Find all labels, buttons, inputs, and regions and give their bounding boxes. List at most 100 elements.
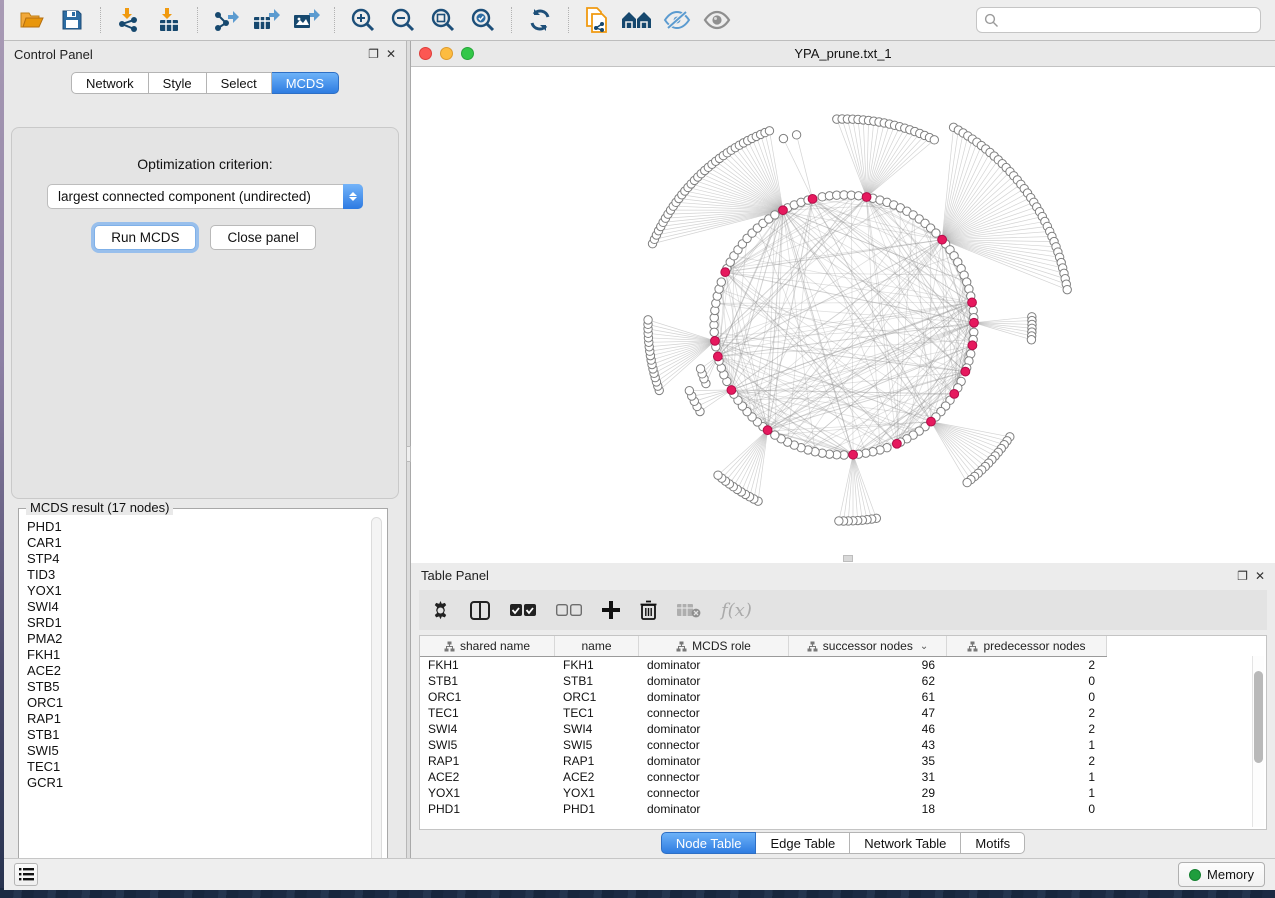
tab-style[interactable]: Style [149,72,207,94]
tab-motifs[interactable]: Motifs [961,832,1025,854]
table-row[interactable]: YOX1YOX1connector291 [420,785,1107,801]
mcds-dominator-node[interactable] [721,268,730,277]
select-all-checkboxes-icon[interactable] [510,603,536,617]
result-scrollbar[interactable] [371,517,382,870]
table-scrollbar[interactable] [1252,656,1264,827]
mcds-dominator-node[interactable] [763,426,772,435]
column-header-predecessor-nodes[interactable]: predecessor nodes [947,636,1107,656]
mcds-dominator-node[interactable] [713,352,722,361]
deselect-checkboxes-icon[interactable] [556,603,582,617]
column-header-MCDS-role[interactable]: MCDS role [639,636,789,656]
refresh-icon[interactable] [523,5,557,35]
minimize-window-button[interactable] [440,47,453,60]
table-row[interactable]: FKH1FKH1dominator962 [420,657,1107,673]
open-file-icon[interactable] [15,5,49,35]
export-image-icon[interactable] [289,5,323,35]
network-node[interactable] [792,131,800,139]
table-row[interactable]: STB1STB1dominator620 [420,673,1107,689]
mcds-dominator-node[interactable] [727,386,736,395]
close-panel-icon[interactable]: ✕ [386,48,396,60]
network-node[interactable] [835,517,843,525]
optimization-criterion-select[interactable]: largest connected component (undirected) [47,184,363,209]
column-header-name[interactable]: name [555,636,639,656]
mcds-dominator-node[interactable] [970,318,979,327]
mcds-dominator-node[interactable] [968,341,977,350]
network-node[interactable] [765,127,773,135]
close-table-panel-icon[interactable]: ✕ [1255,570,1265,582]
network-graph[interactable] [411,67,1275,563]
hide-selected-icon[interactable] [660,5,694,35]
network-node[interactable] [932,229,940,237]
mcds-result-item[interactable]: FKH1 [27,647,381,663]
mcds-dominator-node[interactable] [849,450,858,459]
zoom-selected-icon[interactable] [466,5,500,35]
float-table-panel-icon[interactable]: ❐ [1237,570,1248,582]
horizontal-splitter-handle[interactable] [843,555,853,562]
network-window-titlebar[interactable]: YPA_prune.txt_1 [411,41,1275,67]
network-node[interactable] [1027,336,1035,344]
tab-node-table[interactable]: Node Table [661,832,757,854]
mcds-result-item[interactable]: STB5 [27,679,381,695]
mcds-result-item[interactable]: SRD1 [27,615,381,631]
close-panel-button[interactable]: Close panel [210,225,315,250]
import-network-icon[interactable] [112,5,146,35]
mcds-result-item[interactable]: ACE2 [27,663,381,679]
mcds-dominator-node[interactable] [961,367,970,376]
mcds-result-item[interactable]: CAR1 [27,535,381,551]
tab-network[interactable]: Network [71,72,149,94]
network-node[interactable] [710,328,718,336]
table-row[interactable]: SWI5SWI5connector431 [420,737,1107,753]
mcds-result-item[interactable]: TEC1 [27,759,381,775]
export-table-icon[interactable] [249,5,283,35]
settings-gear-icon[interactable] [431,601,450,620]
delete-column-icon[interactable] [640,600,657,620]
close-window-button[interactable] [419,47,432,60]
network-node[interactable] [717,278,725,286]
mcds-dominator-node[interactable] [950,389,959,398]
export-network-icon[interactable] [209,5,243,35]
zoom-fit-icon[interactable] [426,5,460,35]
scrollbar-thumb[interactable] [1254,671,1263,763]
mcds-dominator-node[interactable] [927,417,936,426]
table-row[interactable]: PHD1PHD1dominator180 [420,801,1107,817]
memory-button[interactable]: Memory [1178,862,1265,887]
column-split-icon[interactable] [470,601,490,620]
first-neighbors-icon[interactable] [620,5,654,35]
network-node[interactable] [930,136,938,144]
maximize-window-button[interactable] [461,47,474,60]
mcds-dominator-node[interactable] [968,298,977,307]
float-panel-icon[interactable]: ❐ [368,48,379,60]
column-header-successor-nodes[interactable]: successor nodes⌄ [789,636,947,656]
task-history-button[interactable] [14,863,38,886]
table-row[interactable]: ORC1ORC1dominator610 [420,689,1107,705]
save-session-icon[interactable] [55,5,89,35]
network-view-canvas[interactable] [411,67,1275,563]
mcds-dominator-node[interactable] [862,193,871,202]
mcds-result-item[interactable]: YOX1 [27,583,381,599]
network-node[interactable] [771,211,779,219]
network-node[interactable] [685,386,693,394]
run-mcds-button[interactable]: Run MCDS [94,225,196,250]
zoom-out-icon[interactable] [386,5,420,35]
add-column-icon[interactable] [602,601,620,619]
mcds-result-item[interactable]: GCR1 [27,775,381,791]
tab-mcds[interactable]: MCDS [272,72,339,94]
mcds-dominator-node[interactable] [938,235,947,244]
mcds-result-item[interactable]: PHD1 [27,519,381,535]
table-row[interactable]: TEC1TEC1connector472 [420,705,1107,721]
mcds-result-item[interactable]: RAP1 [27,711,381,727]
search-input[interactable] [976,7,1261,33]
mcds-dominator-node[interactable] [808,194,817,203]
mcds-dominator-node[interactable] [892,439,901,448]
mcds-dominator-node[interactable] [711,336,720,345]
tab-edge-table[interactable]: Edge Table [756,832,850,854]
table-row[interactable]: ACE2ACE2connector311 [420,769,1107,785]
mcds-dominator-node[interactable] [779,206,788,215]
tab-select[interactable]: Select [207,72,272,94]
mcds-result-item[interactable]: STB1 [27,727,381,743]
network-node[interactable] [854,192,862,200]
table-row[interactable]: SWI4SWI4dominator462 [420,721,1107,737]
network-node[interactable] [696,365,704,373]
tab-network-table[interactable]: Network Table [850,832,961,854]
mcds-result-item[interactable]: TID3 [27,567,381,583]
